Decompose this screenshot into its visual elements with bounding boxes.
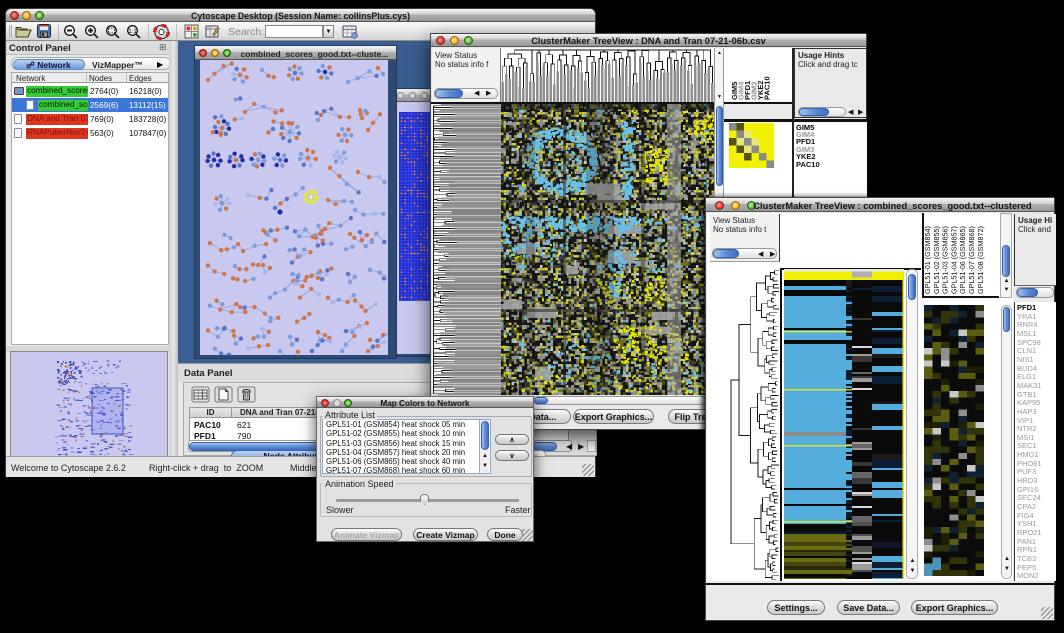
svg-text:GPL51-06 (GSM865): GPL51-06 (GSM865) (958, 226, 967, 294)
svg-text:GPL51-04 (GSM857): GPL51-04 (GSM857) (949, 226, 958, 294)
svg-text:GPL51-07 (GSM868): GPL51-07 (GSM868) (967, 226, 976, 294)
svg-text:GPL51-02 (GSM855): GPL51-02 (GSM855) (932, 226, 941, 294)
svg-text:GPL51-08 (GSM872): GPL51-08 (GSM872) (976, 226, 985, 294)
svg-text:GPL51-03 (GSM856): GPL51-03 (GSM856) (941, 226, 950, 294)
svg-text:PAC10: PAC10 (763, 76, 772, 100)
svg-text:GPL51-01 (GSM854): GPL51-01 (GSM854) (923, 226, 932, 294)
svg-text:1:1: 1:1 (128, 29, 137, 35)
